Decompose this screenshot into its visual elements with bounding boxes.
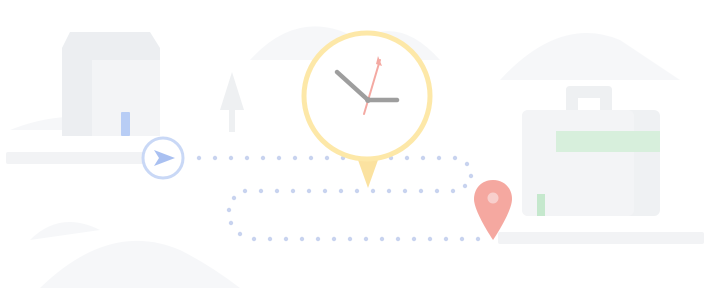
house-icon xyxy=(62,32,160,136)
briefcase-tag xyxy=(537,194,545,216)
route-bottom-row xyxy=(251,236,481,242)
tree-trunk xyxy=(229,108,235,132)
start-arrow-icon xyxy=(141,136,185,180)
tree-crown xyxy=(220,72,244,110)
trip-illustration-canvas xyxy=(6,26,704,288)
map-pin-center xyxy=(487,192,499,204)
route-middle-row xyxy=(242,188,456,194)
clock-pointer xyxy=(358,160,378,188)
clock-icon xyxy=(301,30,433,188)
hill-bottom-left-small xyxy=(30,222,100,240)
clock-center xyxy=(365,97,371,103)
clock-face xyxy=(301,30,433,162)
briefcase-handle xyxy=(566,86,612,110)
trip-illustration xyxy=(0,0,710,288)
map-pin-body xyxy=(474,180,512,240)
map-pin-icon xyxy=(474,180,512,240)
route-left-curve xyxy=(226,195,243,237)
briefcase-icon xyxy=(522,86,660,216)
briefcase-stripe xyxy=(556,131,660,152)
route-right-curve xyxy=(462,161,474,189)
route-path xyxy=(196,155,481,242)
tree-icon xyxy=(220,72,244,132)
hill-right xyxy=(500,33,680,80)
house-door xyxy=(121,112,130,136)
route-top-row xyxy=(196,155,458,161)
ground-right xyxy=(498,232,704,244)
hill-bottom-left xyxy=(40,240,240,288)
